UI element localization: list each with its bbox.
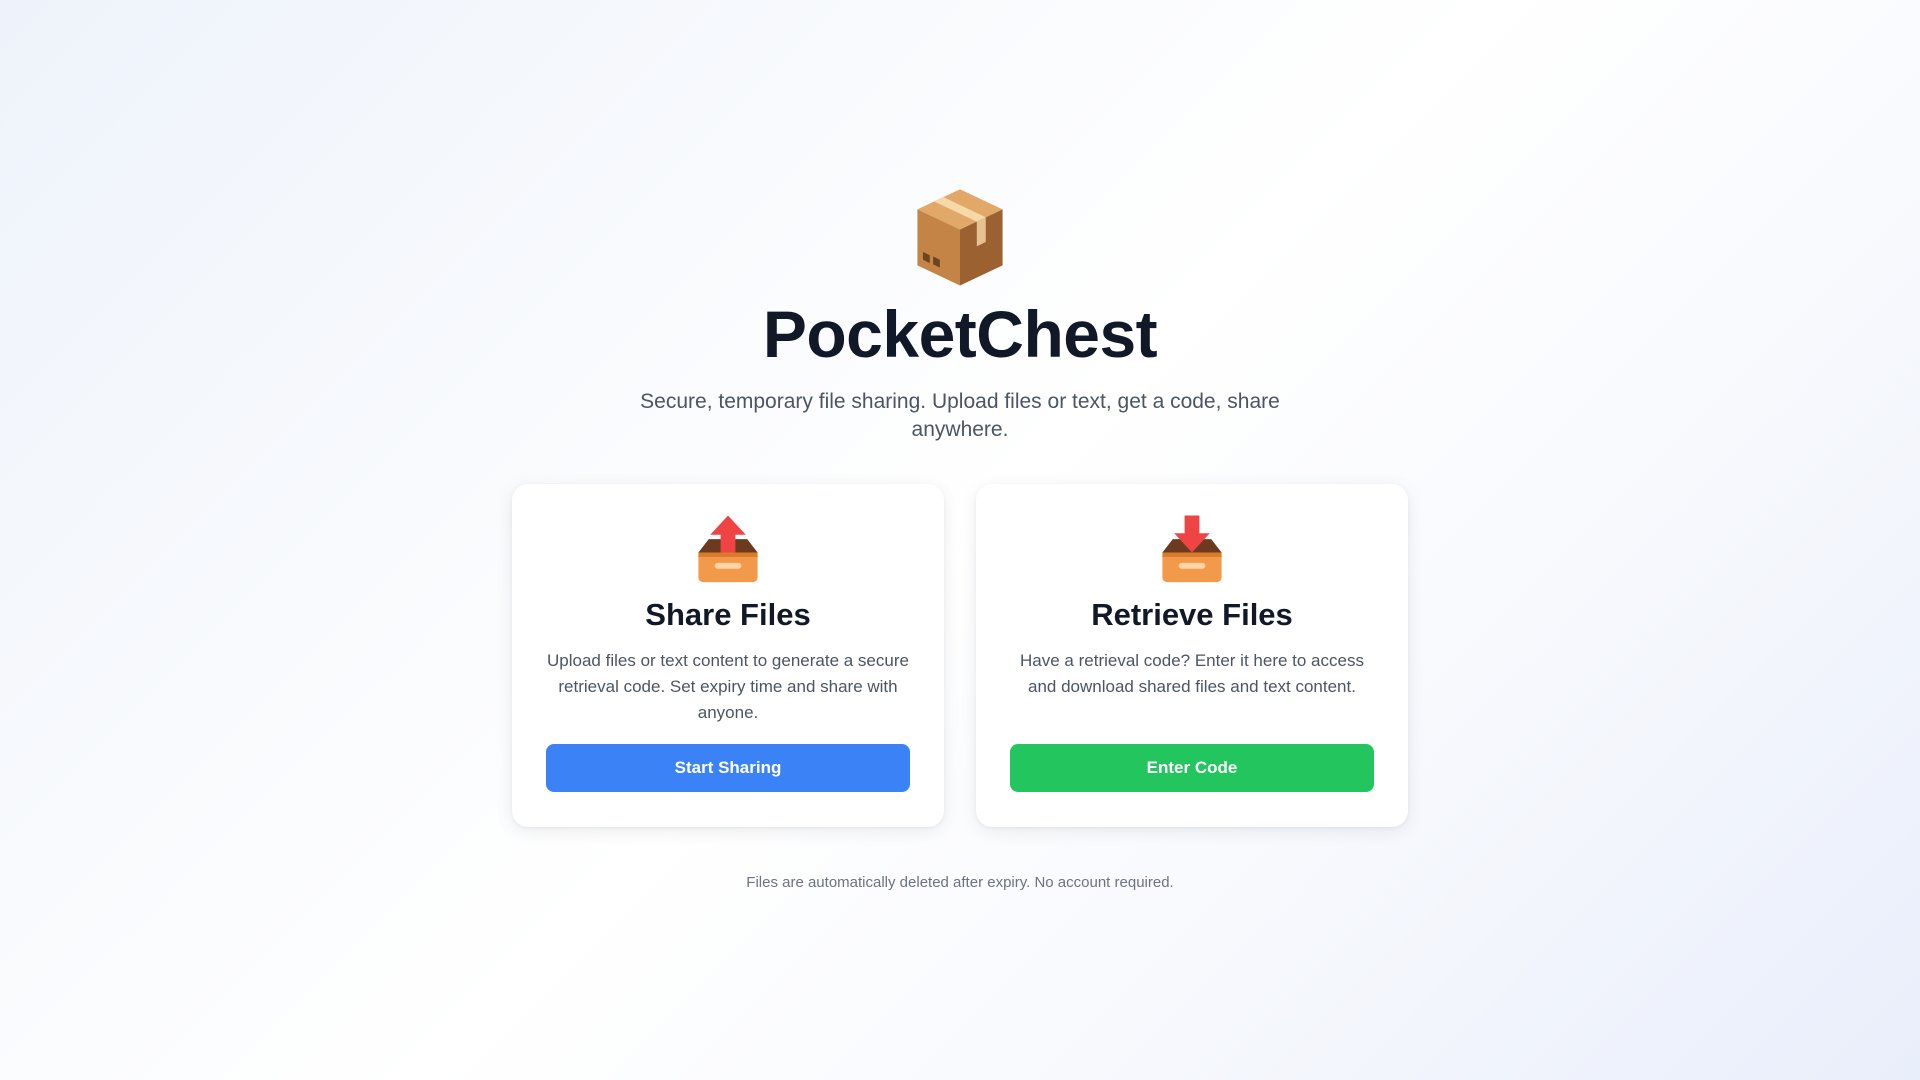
inbox-tray-icon: [1162, 515, 1222, 583]
share-files-card: Share Files Upload files or text content…: [512, 484, 944, 827]
share-files-title: Share Files: [645, 597, 811, 632]
hero-section: PocketChest Secure, temporary file shari…: [0, 178, 1920, 444]
footer-note: Files are automatically deleted after ex…: [746, 874, 1174, 891]
start-sharing-button[interactable]: Start Sharing: [546, 744, 910, 792]
retrieve-files-description: Have a retrieval code? Enter it here to …: [1020, 651, 1364, 696]
app-title: PocketChest: [762, 297, 1158, 371]
retrieve-files-card: Retrieve Files Have a retrieval code? En…: [976, 484, 1408, 827]
app-tagline: Secure, temporary file sharing. Upload f…: [640, 390, 1280, 441]
outbox-tray-icon: [698, 515, 758, 583]
action-cards: Share Files Upload files or text content…: [512, 484, 1408, 827]
package-box-icon: [917, 189, 1003, 286]
retrieve-files-title: Retrieve Files: [1091, 597, 1293, 632]
enter-code-button[interactable]: Enter Code: [1010, 744, 1374, 792]
share-files-description: Upload files or text content to generate…: [547, 651, 909, 722]
